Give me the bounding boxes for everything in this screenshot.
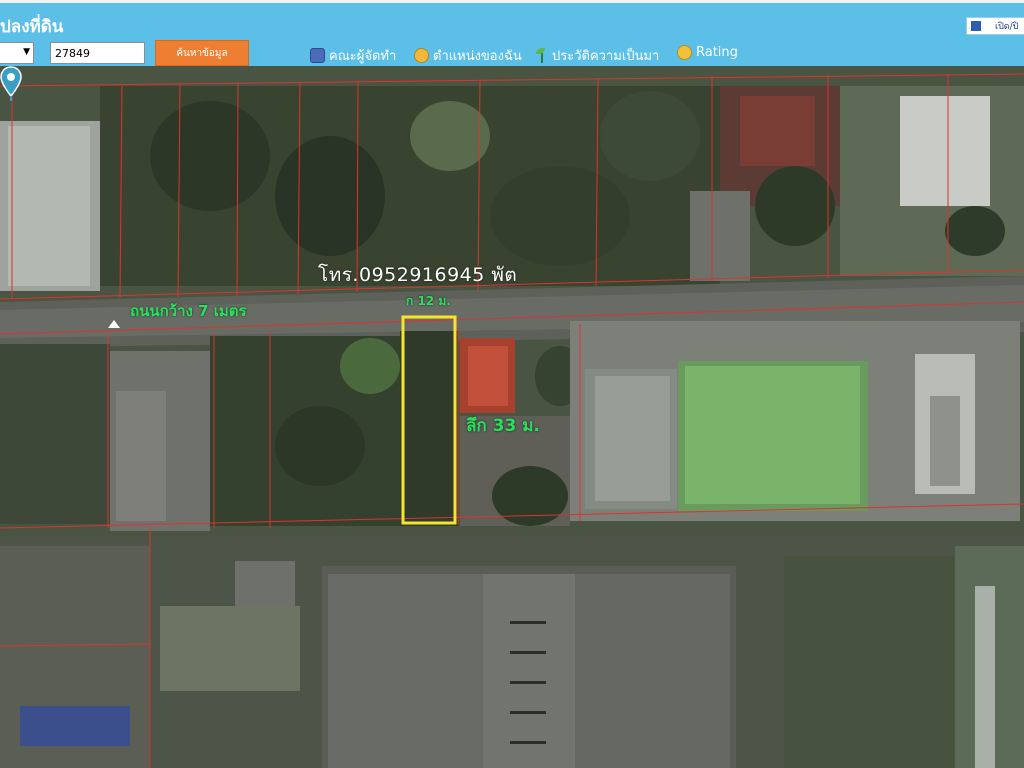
building-ne-mid-court	[930, 396, 960, 486]
nav-my-location[interactable]: ตำแหน่งของฉัน	[414, 45, 522, 66]
rating-icon	[677, 45, 692, 60]
nav-history[interactable]: ประวัติความเป็นมา	[536, 45, 659, 66]
tree-canopy	[945, 206, 1005, 256]
tree-canopy	[275, 136, 385, 256]
factory-roof-e	[575, 574, 730, 768]
house-roof-red-mid-top	[468, 346, 508, 406]
layer-icon	[971, 21, 981, 31]
road-width-label: ถนนกว้าง 7 เมตร	[130, 302, 247, 320]
tree-canopy	[275, 406, 365, 486]
team-icon	[310, 48, 325, 63]
nav-rating[interactable]: Rating	[677, 45, 738, 60]
chevron-down-icon: ▼	[23, 47, 30, 57]
land-parcel-app: ปลงที่ดิน ▼ ค้นหาข้อมูล คณะผู้จัดทำ ตำแห…	[0, 0, 1024, 768]
parcel-land	[400, 331, 458, 526]
nav-history-label: ประวัติความเป็นมา	[552, 49, 660, 64]
province-select[interactable]: ▼	[0, 42, 34, 64]
parcel-depth-label: ลึก 33 ม.	[466, 416, 540, 436]
tree-canopy	[755, 166, 835, 246]
tree-canopy	[410, 101, 490, 171]
tree-canopy	[490, 166, 630, 266]
factory-roof-w	[328, 574, 483, 768]
house-roof-sw	[160, 606, 300, 691]
top-toolbar: ปลงที่ดิน ▼ ค้นหาข้อมูล คณะผู้จัดทำ ตำแห…	[0, 0, 1024, 66]
search-button[interactable]: ค้นหาข้อมูล	[155, 40, 249, 66]
plant-icon	[536, 48, 548, 63]
nav-rating-label: Rating	[696, 45, 738, 60]
factory-roof-mid	[483, 574, 575, 768]
trees-west	[0, 344, 110, 524]
phone-watermark: โทร.0952916945 พัต	[318, 264, 518, 286]
warehouse-roof-nw-top	[8, 126, 90, 286]
tree-canopy	[492, 466, 568, 526]
nav-team[interactable]: คณะผู้จัดทำ	[310, 45, 396, 66]
warehouse-east-roof	[595, 376, 670, 501]
nav-my-location-label: ตำแหน่งของฉัน	[433, 49, 522, 64]
nav-team-label: คณะผู้จัดทำ	[329, 49, 397, 64]
tree-canopy	[340, 338, 400, 394]
parcel-width-label: ก 12 ม.	[406, 294, 451, 308]
tree-canopy	[150, 101, 270, 211]
layer-toggle[interactable]: เปิด/ปิ	[966, 17, 1024, 35]
app-title: ปลงที่ดิน	[0, 17, 64, 37]
canal-water	[975, 586, 995, 768]
building-west-roof	[116, 391, 166, 521]
my-location-icon	[414, 48, 429, 63]
parcel-number-input[interactable]	[50, 42, 145, 64]
location-pin-icon[interactable]	[0, 66, 22, 102]
satellite-map[interactable]: โทร.0952916945 พัต ถนนกว้าง 7 เมตร ก 12 …	[0, 66, 1024, 768]
house-roof-red-top	[740, 96, 815, 166]
blue-roof	[20, 706, 130, 746]
green-roof-top	[685, 366, 860, 504]
shed-sw	[235, 561, 295, 606]
field-se	[784, 556, 954, 768]
tree-canopy	[600, 91, 700, 181]
layer-toggle-label: เปิด/ปิ	[995, 22, 1019, 32]
shed-roof	[690, 191, 750, 281]
house-roof-white	[900, 96, 990, 206]
